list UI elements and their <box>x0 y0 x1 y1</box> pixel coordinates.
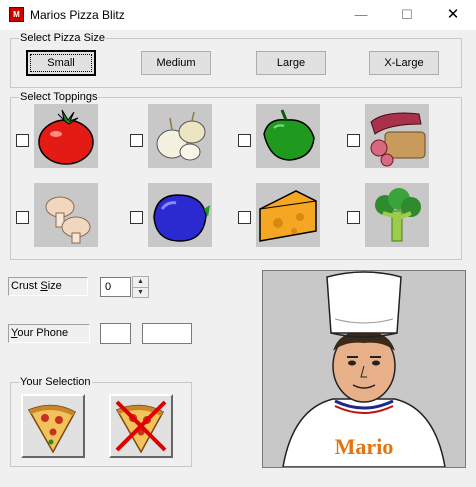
tomato-checkbox[interactable] <box>16 134 29 147</box>
size-xlarge-button[interactable]: X-Large <box>369 51 439 75</box>
tomato-icon <box>34 104 98 168</box>
broccoli-icon <box>365 183 429 247</box>
crust-size-spinner[interactable]: ▲ ▼ <box>132 276 149 298</box>
crust-label-pre: Crust <box>11 280 41 292</box>
maximize-button[interactable]: ☐ <box>384 0 430 30</box>
onion-checkbox[interactable] <box>130 134 143 147</box>
cheese-checkbox[interactable] <box>238 211 251 224</box>
phone-label: Your Phone <box>8 324 90 343</box>
blue-pepper-checkbox[interactable] <box>130 211 143 224</box>
phone-number-input[interactable] <box>142 323 192 344</box>
minimize-button[interactable]: — <box>338 0 384 30</box>
blue-pepper-icon <box>148 183 212 247</box>
size-medium-button[interactable]: Medium <box>141 51 211 75</box>
chef-mario-image: Mario <box>262 270 466 468</box>
your-selection-label: Your Selection <box>19 376 92 388</box>
spin-up-icon[interactable]: ▲ <box>133 277 148 288</box>
window-title: Marios Pizza Blitz <box>30 8 125 22</box>
cancel-pizza-icon <box>115 400 167 454</box>
mushroom-checkbox[interactable] <box>16 211 29 224</box>
size-xlarge-label: X-Large <box>384 57 424 69</box>
spin-down-icon[interactable]: ▼ <box>133 288 148 298</box>
size-medium-label: Medium <box>156 57 196 69</box>
green-pepper-icon <box>256 104 320 168</box>
focus-indicator <box>30 54 92 72</box>
cheese-icon <box>256 183 320 247</box>
title-bar[interactable]: M Marios Pizza Blitz — ☐ ✕ <box>0 0 476 30</box>
app-icon[interactable]: M <box>9 7 24 22</box>
close-button[interactable]: ✕ <box>430 0 476 30</box>
crust-label-post: ize <box>47 280 62 292</box>
green-pepper-checkbox[interactable] <box>238 134 251 147</box>
phone-area-code-input[interactable] <box>100 323 131 344</box>
size-small-button[interactable]: Small <box>26 50 96 76</box>
cancel-pizza-button[interactable] <box>109 394 173 458</box>
salami-checkbox[interactable] <box>347 134 360 147</box>
salami-icon <box>365 104 429 168</box>
broccoli-checkbox[interactable] <box>347 211 360 224</box>
pizza-slice-icon <box>27 404 77 454</box>
crust-label-accel: S <box>40 280 48 292</box>
chef-name: Mario <box>334 434 394 459</box>
phone-label-post: our Phone <box>17 327 69 339</box>
onion-icon <box>148 104 212 168</box>
crust-size-label: Crust Size <box>8 277 88 296</box>
mushroom-icon <box>34 183 98 247</box>
size-large-label: Large <box>276 57 306 69</box>
add-pizza-button[interactable] <box>21 394 85 458</box>
toppings-group-label: Select Toppings <box>19 91 99 103</box>
pizza-size-group-label: Select Pizza Size <box>19 32 106 44</box>
crust-size-input[interactable]: 0 <box>100 277 131 297</box>
size-large-button[interactable]: Large <box>256 51 326 75</box>
